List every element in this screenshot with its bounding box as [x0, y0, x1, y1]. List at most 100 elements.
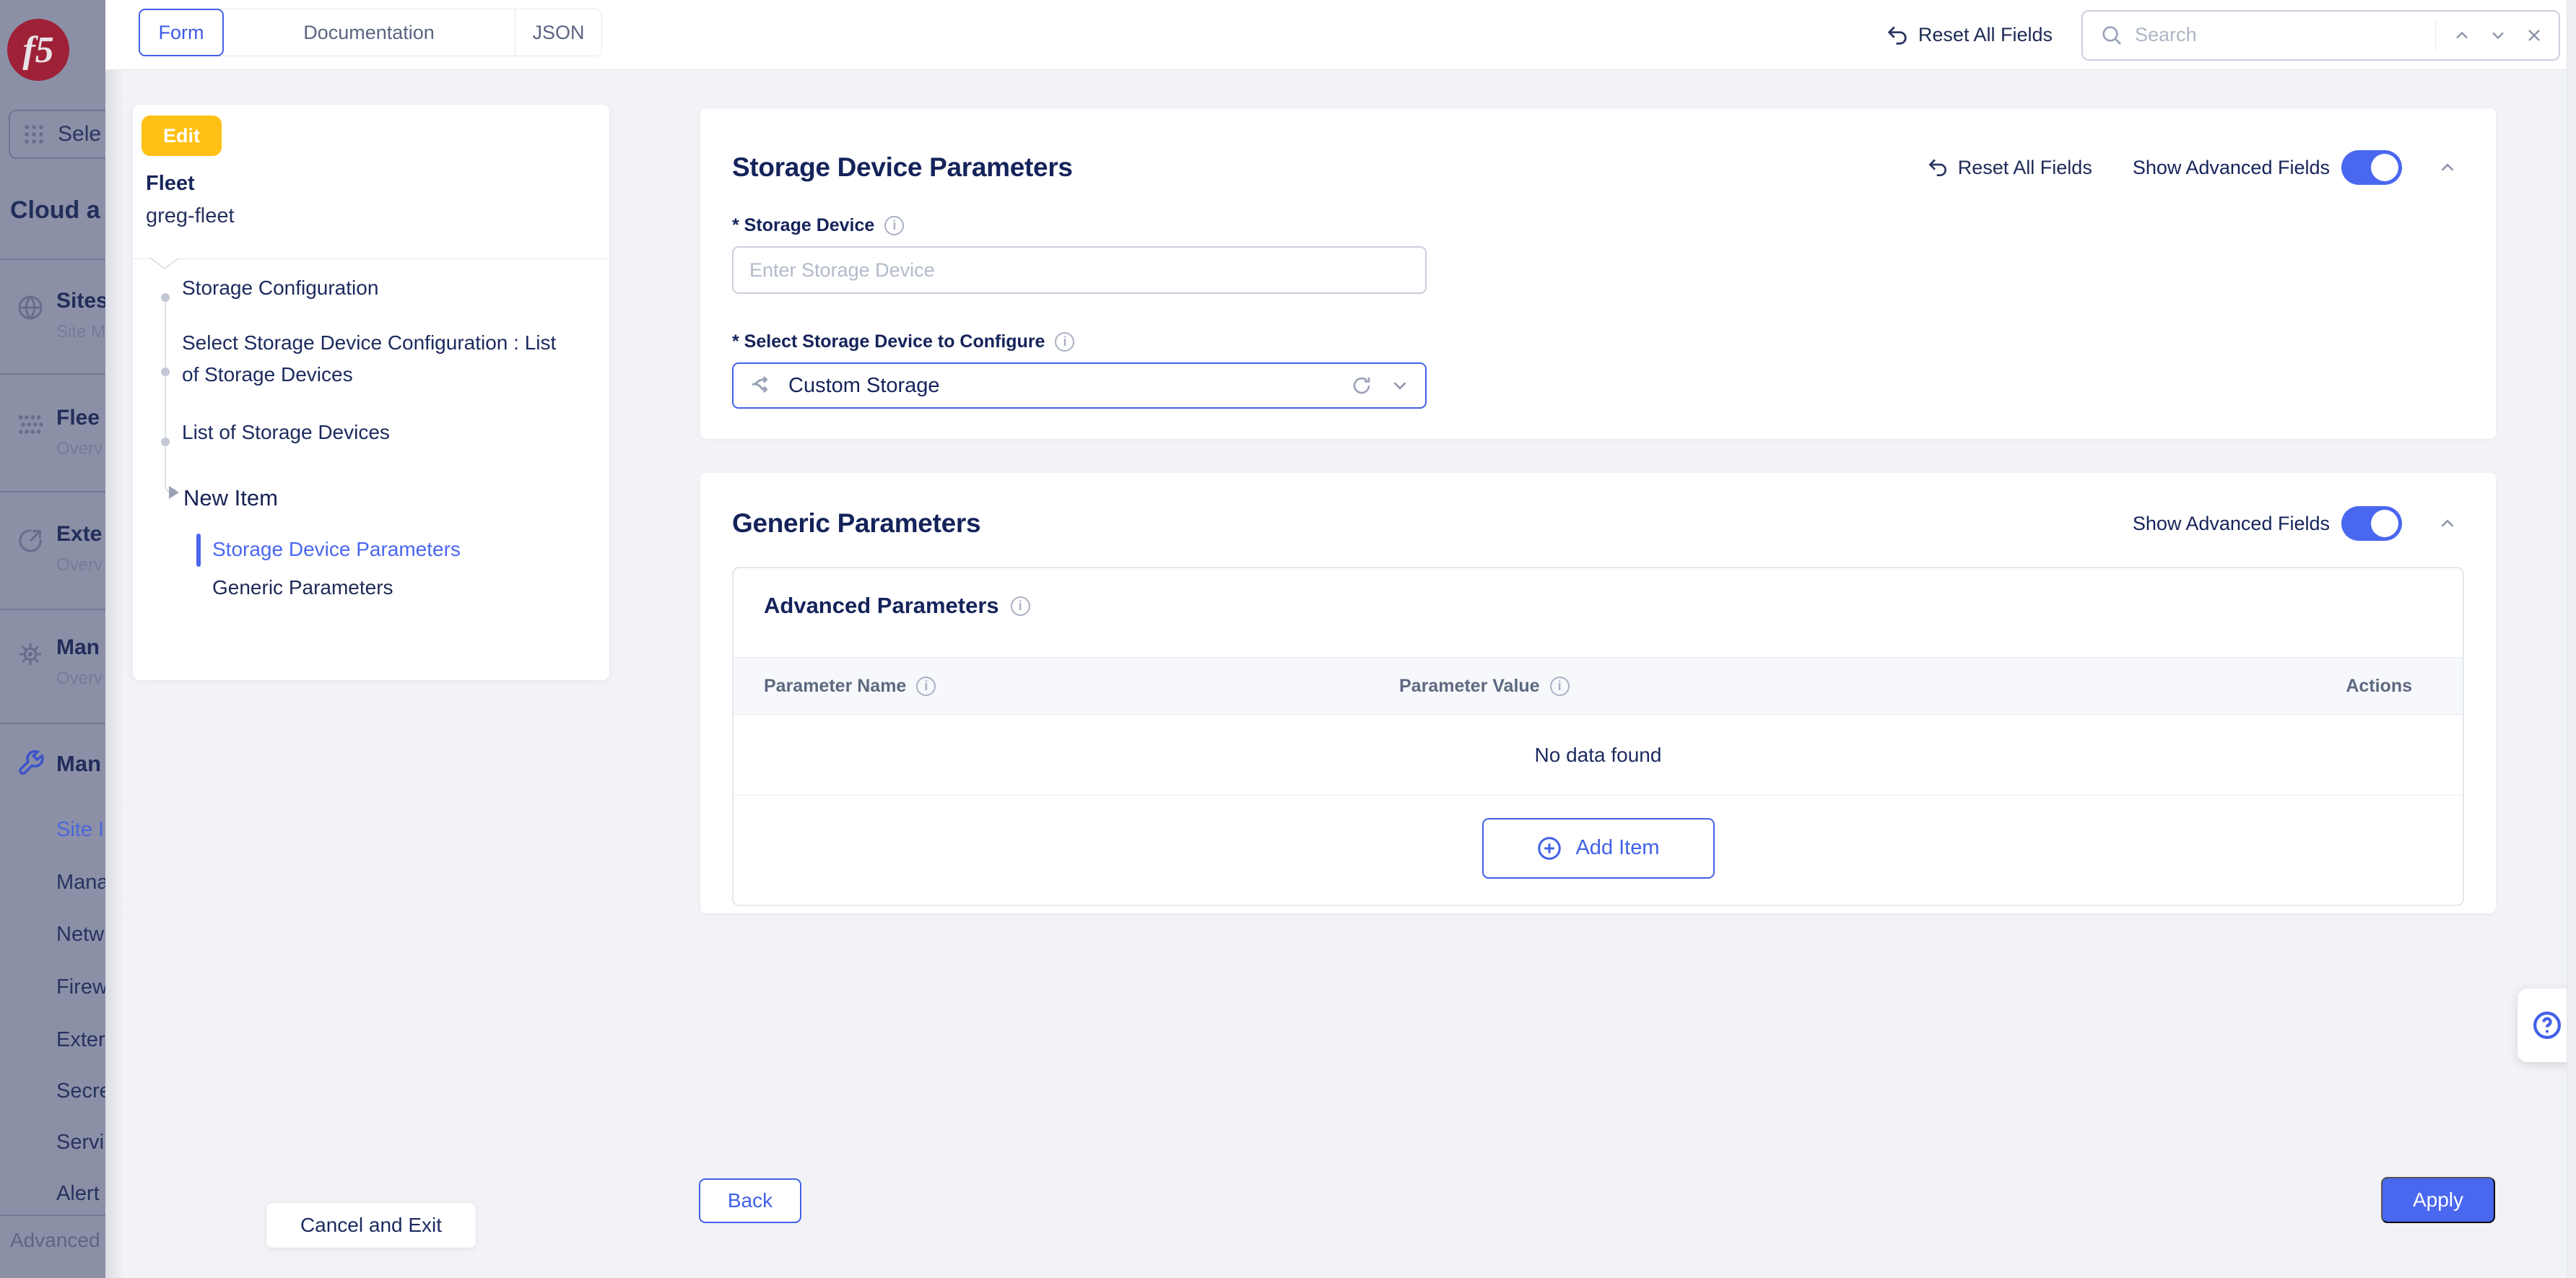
- collapse-section-icon[interactable]: [2437, 513, 2458, 534]
- section-reset-label: Reset All Fields: [1957, 156, 2092, 178]
- select-service-button[interactable]: Sele: [9, 110, 105, 159]
- search-icon: [2096, 19, 2128, 51]
- sidebar-item-subtitle: Overv: [56, 669, 103, 688]
- show-advanced-label: Show Advanced Fields: [2132, 156, 2330, 178]
- search-divider: [2435, 20, 2436, 50]
- tab-documentation[interactable]: Documentation: [223, 9, 515, 56]
- search-close-icon[interactable]: [2520, 21, 2549, 50]
- page-scrollbar[interactable]: [2567, 0, 2576, 1278]
- select-service-label: Sele: [58, 122, 102, 146]
- advanced-parameters-card: Advanced Parameters Parameter Name Param…: [732, 567, 2464, 906]
- current-step-caret-icon: [169, 486, 179, 499]
- wizard-divider: [133, 258, 609, 259]
- sidebar-link-manage[interactable]: Mana: [56, 871, 105, 895]
- info-icon[interactable]: [1055, 332, 1075, 352]
- section-title: Storage Device Parameters: [732, 152, 1073, 182]
- sidebar-link-network[interactable]: Netw: [56, 923, 104, 947]
- form-topbar: Form Documentation JSON Reset All Fields: [105, 0, 2576, 70]
- cancel-and-exit-button[interactable]: Cancel and Exit: [266, 1202, 477, 1248]
- sidebar-footer[interactable]: Advanced: [10, 1229, 100, 1252]
- app-sidebar: f5 Sele Cloud a Sites Site M Flee Overv …: [0, 0, 105, 1278]
- wrench-icon: [16, 748, 46, 778]
- sidebar-link-site[interactable]: Site I: [56, 818, 104, 842]
- column-parameter-value: Parameter Value: [1399, 675, 1540, 696]
- f5-logo: f5: [7, 19, 69, 81]
- step-dot: [161, 368, 170, 376]
- storage-device-label: * Storage Device: [732, 215, 875, 235]
- column-actions: Actions: [2346, 675, 2412, 696]
- tab-form[interactable]: Form: [139, 9, 224, 56]
- column-parameter-name: Parameter Name: [764, 675, 907, 696]
- back-button[interactable]: Back: [699, 1178, 801, 1223]
- sidebar-item-manage[interactable]: Man: [56, 751, 101, 777]
- reset-all-fields-label: Reset All Fields: [1918, 24, 2053, 45]
- section-title: Generic Parameters: [732, 508, 981, 538]
- select-storage-dropdown[interactable]: Custom Storage: [732, 362, 1427, 409]
- wizard-substep-generic[interactable]: Generic Parameters: [212, 576, 393, 599]
- search-next-icon[interactable]: [2484, 21, 2512, 50]
- add-item-button[interactable]: Add Item: [1481, 817, 1715, 879]
- sidebar-item-subtitle: Overv: [56, 555, 103, 575]
- wizard-step[interactable]: List of Storage Devices: [182, 417, 576, 448]
- sidebar-link-secrets[interactable]: Secre: [56, 1079, 105, 1103]
- question-icon: [2531, 1009, 2564, 1042]
- view-tabs: Form Documentation JSON: [139, 9, 602, 56]
- storage-device-parameters-section: Storage Device Parameters Reset All Fiel…: [700, 108, 2496, 439]
- helm-icon: [16, 640, 45, 669]
- advanced-parameters-title: Advanced Parameters: [764, 593, 999, 618]
- storage-device-input[interactable]: [732, 246, 1427, 294]
- reset-all-fields-button[interactable]: Reset All Fields: [1885, 23, 2053, 48]
- wizard-step[interactable]: Storage Configuration: [182, 272, 576, 304]
- wizard-current-step[interactable]: New Item: [183, 485, 278, 511]
- overlay-shadow: [105, 0, 124, 1278]
- show-advanced-toggle[interactable]: [2341, 506, 2402, 541]
- sidebar-item-title: Man: [56, 635, 100, 659]
- toggle-knob: [2371, 154, 2398, 181]
- wizard-step[interactable]: Select Storage Device Configuration : Li…: [182, 327, 576, 391]
- info-icon[interactable]: [884, 216, 905, 235]
- undo-icon: [1885, 23, 1910, 48]
- edit-badge: Edit: [142, 116, 222, 156]
- info-icon[interactable]: [1010, 596, 1030, 616]
- show-advanced-label: Show Advanced Fields: [2132, 512, 2330, 534]
- step-dot: [161, 438, 170, 446]
- select-storage-value: Custom Storage: [788, 373, 940, 397]
- sidebar-link-firewall[interactable]: Firew: [56, 975, 105, 999]
- object-type: Fleet: [146, 172, 195, 195]
- one-of-branch-icon: [748, 373, 774, 399]
- sidebar-item-title: Flee: [56, 406, 100, 430]
- sidebar-item-title: Exte: [56, 522, 103, 546]
- toggle-knob: [2371, 510, 2398, 537]
- wizard-panel: Edit Fleet greg-fleet Storage Configurat…: [133, 105, 609, 680]
- search-box: [2081, 9, 2560, 61]
- generic-parameters-section: Generic Parameters Show Advanced Fields …: [700, 473, 2496, 913]
- object-name: greg-fleet: [146, 204, 235, 227]
- sidebar-item-subtitle: Overv: [56, 439, 103, 458]
- info-icon[interactable]: [1549, 676, 1570, 696]
- sidebar-link-alerts[interactable]: Alert: [56, 1182, 100, 1206]
- search-prev-icon[interactable]: [2447, 21, 2476, 50]
- step-dot: [161, 293, 170, 302]
- collapse-section-icon[interactable]: [2437, 157, 2458, 178]
- sidebar-item-title: Sites: [56, 289, 105, 313]
- empty-table-message: No data found: [734, 715, 2463, 796]
- show-advanced-toggle[interactable]: [2341, 150, 2402, 185]
- section-reset-button[interactable]: Reset All Fields: [1926, 156, 2092, 179]
- undo-icon: [1926, 156, 1949, 179]
- sidebar-item-subtitle: Site M: [56, 322, 105, 342]
- step-connector: [165, 301, 166, 483]
- apply-button[interactable]: Apply: [2381, 1177, 2495, 1223]
- search-input[interactable]: [2135, 24, 2424, 46]
- tab-json[interactable]: JSON: [515, 9, 601, 56]
- sidebar-link-external[interactable]: Exter: [56, 1028, 105, 1052]
- chevron-down-icon[interactable]: [1389, 375, 1411, 396]
- wizard-substep-storage[interactable]: Storage Device Parameters: [212, 538, 461, 561]
- select-storage-label: * Select Storage Device to Configure: [732, 331, 1045, 352]
- globe-icon: [16, 293, 45, 322]
- fleet-icon: [16, 410, 45, 439]
- refresh-icon[interactable]: [1350, 374, 1373, 397]
- sidebar-section-title: Cloud a: [10, 196, 100, 224]
- collapse-notch-icon[interactable]: [149, 258, 180, 271]
- info-icon[interactable]: [916, 676, 936, 696]
- sidebar-link-service[interactable]: Servi: [56, 1131, 104, 1155]
